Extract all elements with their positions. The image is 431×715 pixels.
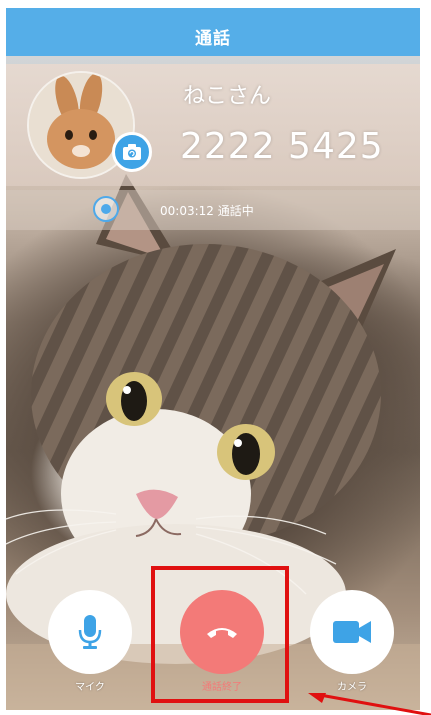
camera-switch-icon bbox=[123, 144, 141, 160]
call-status-text: 通話中 bbox=[217, 204, 254, 218]
camera-button[interactable] bbox=[310, 590, 394, 674]
switch-camera-button[interactable] bbox=[112, 132, 152, 172]
header-title: 通話 bbox=[195, 28, 231, 49]
contact-number: 2222 5425 bbox=[180, 126, 384, 167]
microphone-icon bbox=[78, 615, 102, 649]
mic-button[interactable] bbox=[48, 590, 132, 674]
annotation-highlight-box bbox=[151, 566, 289, 703]
mic-label: マイク bbox=[75, 682, 105, 693]
annotation-arrow-icon bbox=[308, 693, 431, 715]
call-duration: 00:03:12 bbox=[160, 204, 214, 218]
call-status: 00:03:12 通話中 bbox=[160, 202, 254, 219]
camera-label: カメラ bbox=[337, 682, 367, 693]
video-camera-icon bbox=[333, 621, 371, 643]
record-icon[interactable] bbox=[93, 196, 119, 222]
contact-name: ねこさん bbox=[183, 84, 272, 109]
